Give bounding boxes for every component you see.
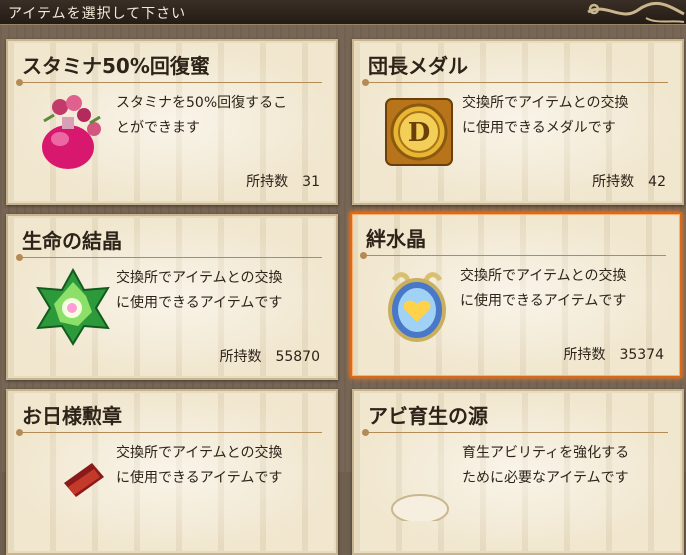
item-count: 所持数 35374	[563, 347, 664, 363]
item-name: 絆水晶	[366, 227, 426, 251]
title-divider	[360, 252, 666, 259]
item-count: 所持数 42	[592, 174, 666, 190]
header-bar: アイテムを選択して下さい	[0, 0, 686, 25]
title-divider	[16, 429, 322, 436]
item-description: 育生アビリティを強化する ために必要なアイテムです	[462, 445, 630, 486]
title-divider	[16, 254, 322, 261]
item-description: 交換所でアイテムとの交換 に使用できるメダルです	[462, 95, 629, 136]
item-description: 交換所でアイテムとの交換 に使用できるアイテムです	[116, 270, 283, 311]
item-list[interactable]: スタミナ50%回復蜜 スタミナを50%回復するこ とができます 所持数 31 団長…	[0, 25, 686, 555]
ornament-icon	[587, 1, 685, 23]
item-name: スタミナ50%回復蜜	[22, 54, 210, 78]
item-name: お日様勲章	[22, 404, 122, 428]
item-count: 所持数 31	[246, 174, 320, 190]
captain-medal-icon: D	[385, 98, 453, 166]
title-divider	[362, 429, 668, 436]
item-card-bond-crystal[interactable]: 絆水晶 交換所でアイテムとの交換 に使用できるアイテムです 所持数 35374	[350, 212, 682, 378]
title-divider	[16, 79, 322, 86]
item-count: 所持数 55870	[219, 349, 320, 365]
item-card-sun-medal[interactable]: お日様勲章 交換所でアイテムとの交換 に使用できるアイテムです	[6, 389, 338, 555]
item-card-life-crystal[interactable]: 生命の結晶 交換所でアイテムとの交換 に使用できるアイテムです 所持数 55870	[6, 214, 338, 380]
svg-text:D: D	[408, 118, 431, 148]
sun-medal-icon	[64, 463, 104, 497]
title-divider	[362, 79, 668, 86]
item-card-ability-source[interactable]: アビ育生の源 育生アビリティを強化する ために必要なアイテムです	[352, 389, 684, 555]
item-description: スタミナを50%回復するこ とができます	[116, 95, 288, 136]
item-card-stamina-honey[interactable]: スタミナ50%回復蜜 スタミナを50%回復するこ とができます 所持数 31	[6, 39, 338, 205]
stamina-honey-icon	[42, 95, 101, 169]
item-card-captain-medal[interactable]: 団長メダル D 交換所でアイテムとの交換 に使用できるメダルです 所持数 42	[352, 39, 684, 205]
bond-crystal-icon	[388, 272, 446, 342]
ability-source-icon	[391, 494, 449, 521]
item-name: 生命の結晶	[22, 229, 122, 253]
page-title: アイテムを選択して下さい	[8, 6, 187, 22]
item-name: アビ育生の源	[368, 404, 488, 428]
item-description: 交換所でアイテムとの交換 に使用できるアイテムです	[116, 445, 283, 486]
life-crystal-icon	[36, 268, 110, 346]
item-description: 交換所でアイテムとの交換 に使用できるアイテムです	[460, 268, 627, 309]
item-name: 団長メダル	[368, 54, 468, 78]
